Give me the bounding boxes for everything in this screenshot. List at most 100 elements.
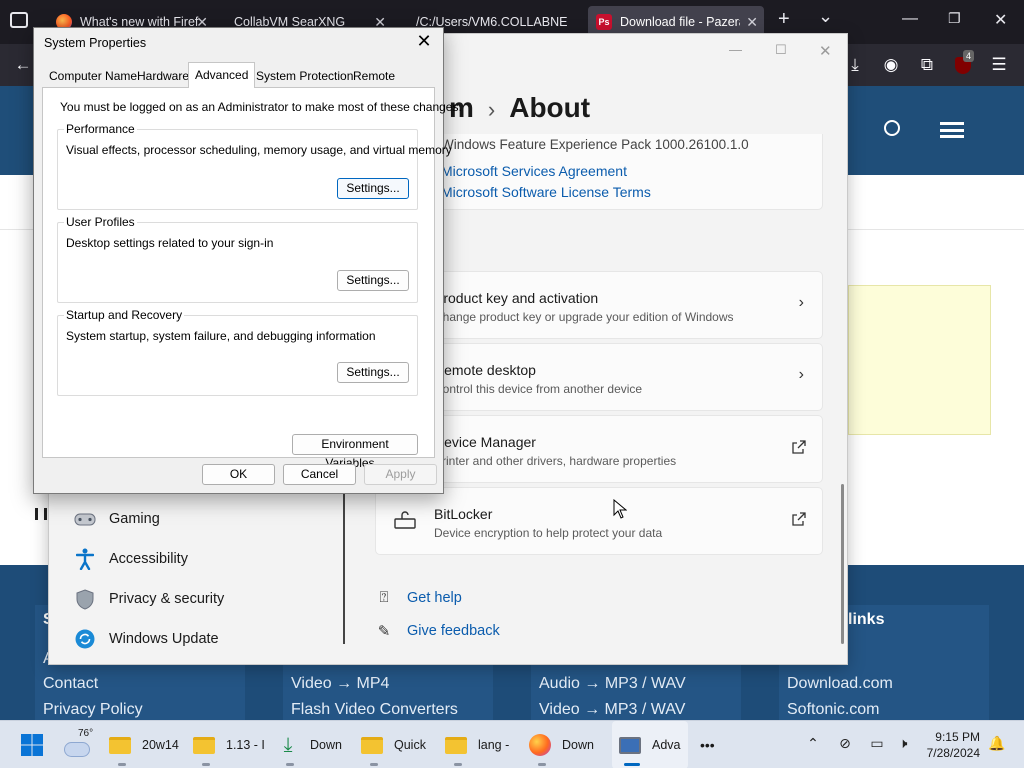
link-services-agreement[interactable]: Microsoft Services Agreement	[441, 163, 627, 179]
hamburger-menu-icon[interactable]	[940, 122, 964, 138]
extensions-icon[interactable]: ⧉	[916, 54, 938, 76]
footer-link-audio-mp3[interactable]: Audio → MP3 / WAV	[539, 675, 686, 693]
taskbar-item-lang[interactable]: lang -	[444, 721, 509, 768]
taskbar-item-label: Down	[310, 738, 342, 752]
running-indicator	[202, 763, 210, 766]
tab-computer-name[interactable]: Computer Name	[42, 65, 144, 87]
apply-button[interactable]: Apply	[364, 464, 437, 485]
advanced-tab-panel: You must be logged on as an Administrato…	[42, 87, 462, 470]
taskbar-item-label: 20w14	[142, 738, 179, 752]
tab-hardware[interactable]: Hardware	[130, 65, 196, 87]
give-feedback-link[interactable]: ✎ Give feedback	[375, 622, 500, 640]
settings-minimize-button[interactable]: —	[729, 42, 742, 57]
footer-link-flash-converters[interactable]: Flash Video Converters	[291, 701, 458, 719]
footer-link-privacy[interactable]: Privacy Policy	[43, 701, 143, 719]
sidebar-item-gaming[interactable]: Gaming	[73, 505, 160, 533]
weather-widget[interactable]: 76°	[64, 721, 94, 768]
card-title: BitLocker	[434, 506, 493, 522]
chevron-up-icon[interactable]: ⌃	[804, 735, 822, 753]
system-properties-dialog: System Properties ✕ You must be logged o…	[33, 27, 462, 494]
search-icon[interactable]	[884, 120, 900, 136]
minimize-button[interactable]: —	[902, 10, 918, 28]
running-indicator	[370, 763, 378, 766]
group-title: Performance	[64, 122, 137, 136]
startup-recovery-group: Startup and Recovery System startup, sys…	[57, 308, 418, 396]
folder-icon	[360, 733, 384, 757]
volume-muted-icon[interactable]: 🕨	[894, 735, 912, 753]
environment-variables-button[interactable]: Environment Variables...	[292, 434, 418, 470]
account-icon[interactable]: ◉	[880, 54, 902, 76]
close-icon[interactable]: ✕	[746, 14, 758, 31]
feature-pack-version: Windows Feature Experience Pack 1000.261…	[441, 137, 749, 152]
footer-link-download-com[interactable]: Download.com	[787, 675, 893, 693]
settings-close-button[interactable]: ✕	[819, 42, 832, 60]
weather-temp: 76°	[78, 728, 94, 739]
taskbar-item-system-properties[interactable]: Adva	[612, 721, 688, 768]
footer-link-video-mp4[interactable]: Video → MP4	[291, 675, 389, 693]
group-description: Visual effects, processor scheduling, me…	[66, 143, 452, 157]
accessibility-icon	[73, 547, 97, 571]
admin-note: You must be logged on as an Administrato…	[60, 100, 462, 114]
footer-link-video-mp3[interactable]: Video → MP3 / WAV	[539, 701, 685, 719]
tab-remote[interactable]: Remote	[346, 65, 402, 87]
taskbar-item-firefox[interactable]: Down	[528, 721, 594, 768]
maximize-button[interactable]: ❐	[948, 10, 961, 27]
tab-title: Download file - Pazera	[620, 15, 740, 29]
clock[interactable]: 9:15 PM 7/28/2024	[927, 729, 980, 761]
footer-link-softonic[interactable]: Softonic.com	[787, 701, 879, 719]
new-tab-button[interactable]: +	[778, 8, 790, 31]
taskbar-item-1-13[interactable]: 1.13 - I	[192, 721, 265, 768]
bitlocker-icon	[394, 511, 416, 529]
close-icon[interactable]: ✕	[413, 31, 435, 52]
menu-icon[interactable]: ☰	[988, 54, 1010, 76]
windows-update-icon	[73, 627, 97, 651]
clock-time: 9:15 PM	[935, 730, 980, 744]
performance-settings-button[interactable]: Settings...	[337, 178, 409, 199]
taskbar-item-label: 1.13 - I	[226, 738, 265, 752]
performance-group: Performance Visual effects, processor sc…	[57, 122, 452, 210]
tab-advanced[interactable]: Advanced	[188, 62, 256, 88]
external-link-icon	[792, 440, 806, 454]
taskbar-item-quick[interactable]: Quick	[360, 721, 426, 768]
start-button[interactable]	[20, 721, 44, 768]
display-icon[interactable]: ▭	[868, 735, 886, 753]
taskbar-item-downloads[interactable]: ⤓ Down	[276, 721, 342, 768]
card-bitlocker[interactable]: BitLocker Device encryption to help prot…	[375, 487, 823, 555]
sidebar-item-privacy[interactable]: Privacy & security	[73, 585, 224, 613]
chevron-right-icon: ›	[487, 97, 496, 122]
firefox-icon	[528, 733, 552, 757]
card-title: Remote desktop	[434, 362, 536, 378]
page-title: About	[509, 92, 591, 123]
signal-icon	[35, 508, 47, 520]
tab-list-icon[interactable]	[10, 12, 28, 28]
shield-icon	[73, 587, 97, 611]
close-window-button[interactable]: ✕	[994, 10, 1007, 30]
chevron-right-icon: ›	[798, 366, 804, 383]
link-license-terms[interactable]: Microsoft Software License Terms	[441, 184, 651, 200]
startup-recovery-settings-button[interactable]: Settings...	[337, 362, 409, 383]
ok-button[interactable]: OK	[202, 464, 275, 485]
sidebar-item-windows-update[interactable]: Windows Update	[73, 625, 219, 653]
cancel-button[interactable]: Cancel	[283, 464, 356, 485]
running-indicator	[286, 763, 294, 766]
settings-maximize-button[interactable]: ☐	[775, 42, 787, 58]
get-help-link[interactable]: ⍰ Get help	[375, 589, 461, 607]
list-all-tabs-button[interactable]: ⌄	[818, 6, 833, 27]
taskbar-overflow-button[interactable]: •••	[700, 721, 715, 768]
network-disconnected-icon[interactable]: ⊘	[836, 735, 854, 753]
user-profiles-settings-button[interactable]: Settings...	[337, 270, 409, 291]
ublock-icon[interactable]: 4	[952, 50, 975, 76]
taskbar-item-20w14[interactable]: 20w14	[108, 721, 179, 768]
tab-system-protection[interactable]: System Protection	[249, 65, 360, 87]
footer-link-contact[interactable]: Contact	[43, 675, 98, 693]
pazera-icon: Ps	[596, 14, 612, 30]
scrollbar[interactable]	[841, 484, 844, 644]
extension-badge: 4	[963, 50, 975, 62]
notification-bell-icon[interactable]: 🔔	[988, 735, 1006, 753]
card-title: Product key and activation	[434, 290, 599, 306]
back-arrow-icon[interactable]: ←	[12, 54, 34, 76]
taskbar-item-label: Adva	[652, 738, 681, 752]
sidebar-item-label: Privacy & security	[109, 591, 225, 607]
breadcrumb: m › About	[449, 92, 590, 124]
sidebar-item-accessibility[interactable]: Accessibility	[73, 545, 188, 573]
